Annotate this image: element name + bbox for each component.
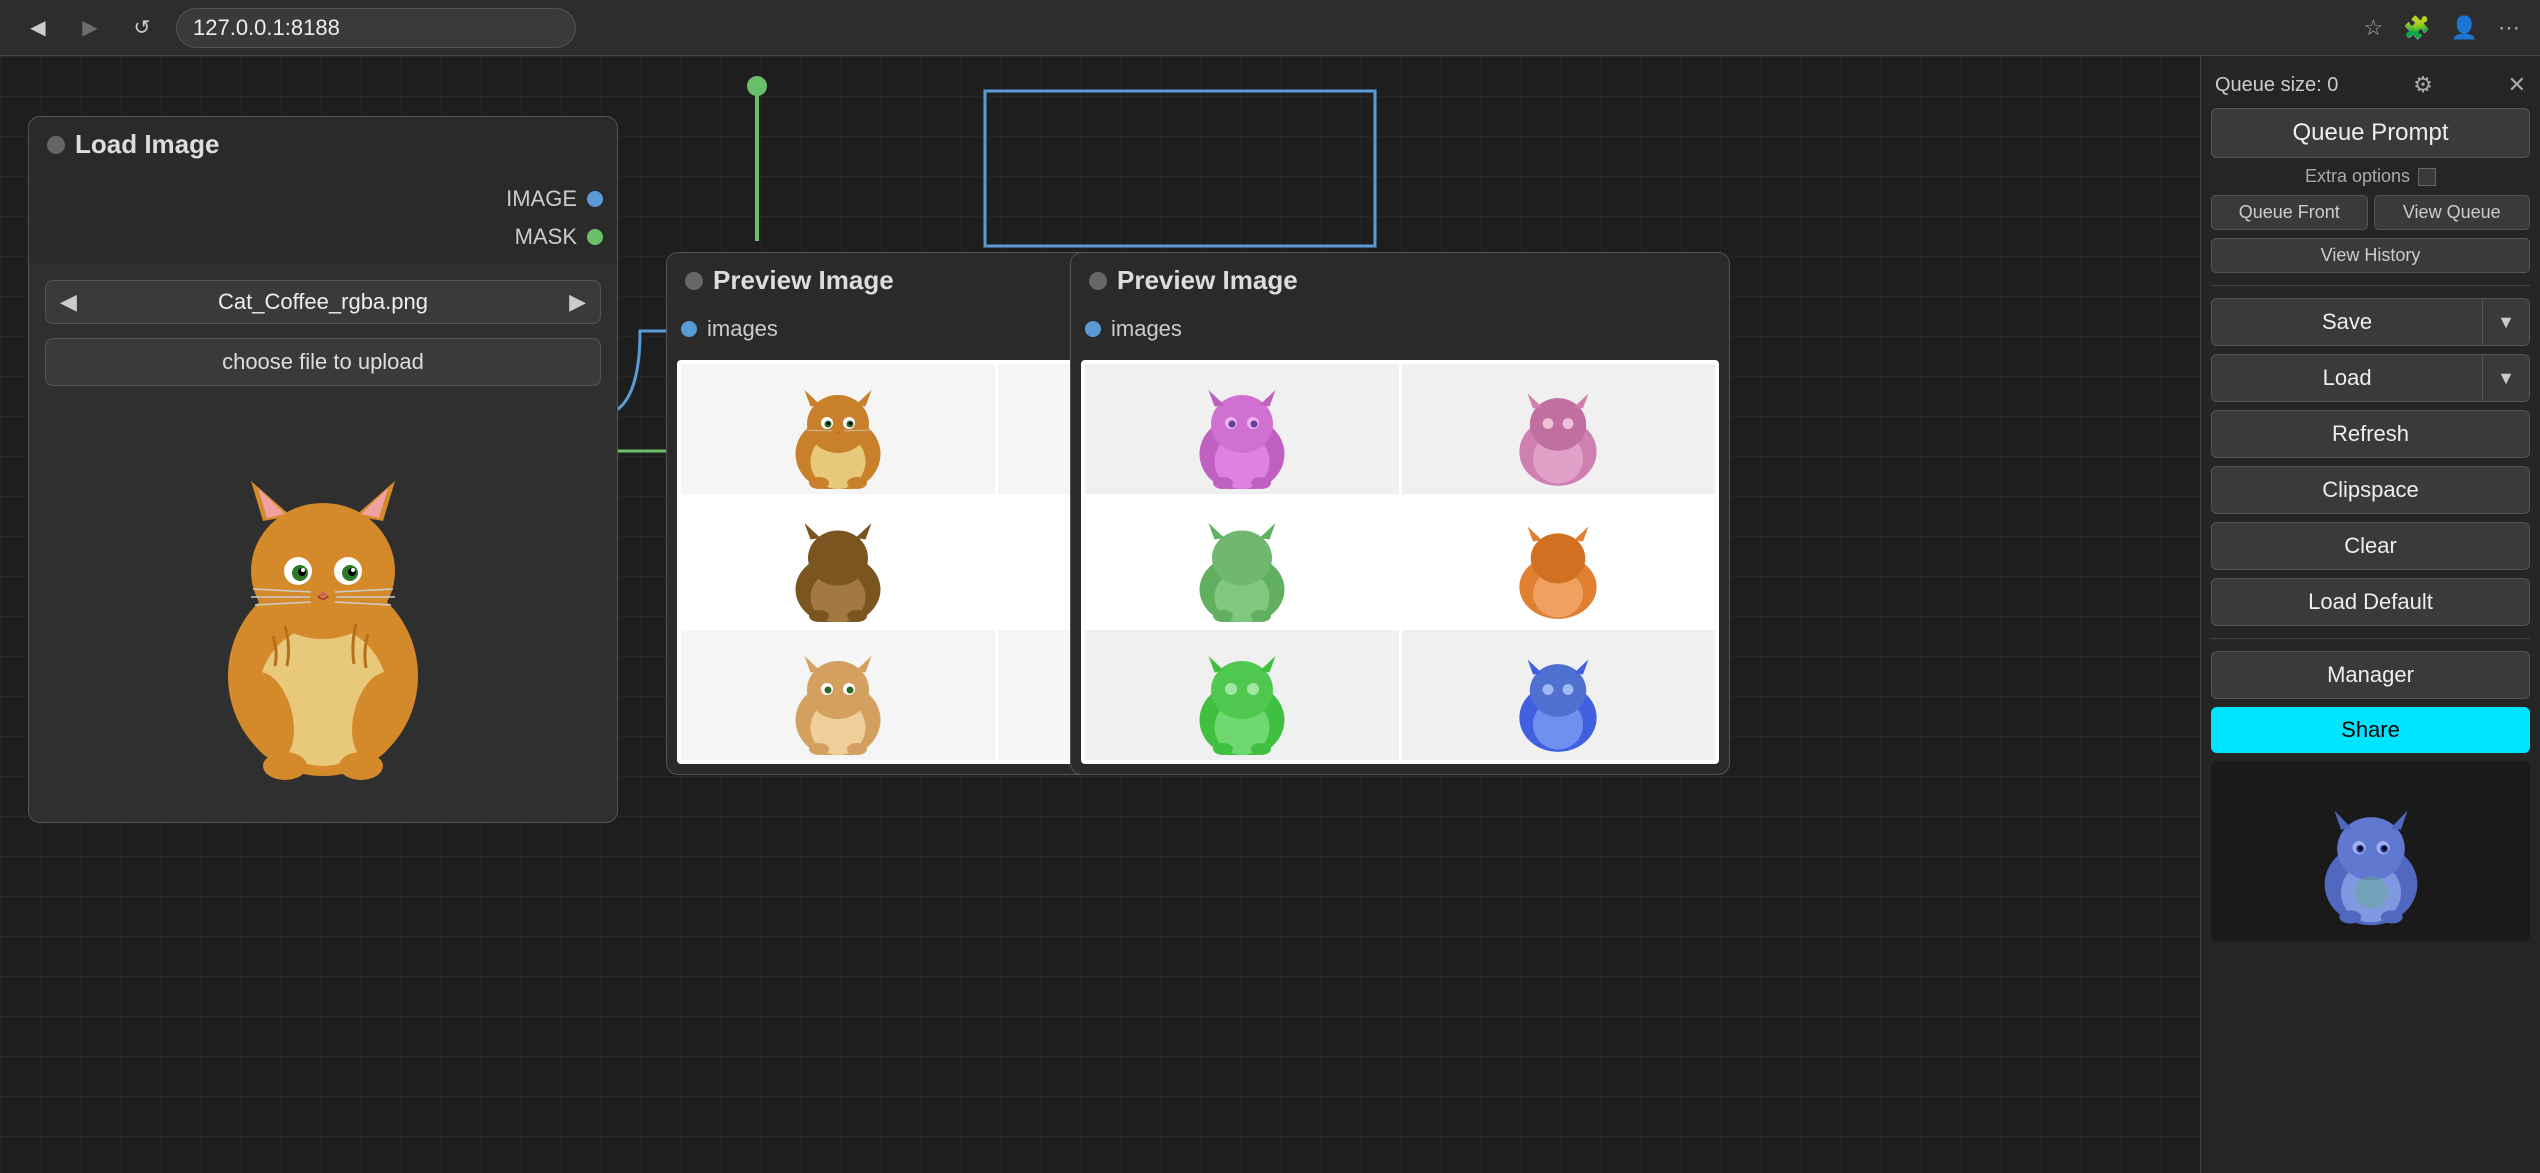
settings-icon-button[interactable]: ⚙	[2413, 72, 2433, 98]
browser-chrome: ◀ ▶ ↺ 127.0.0.1:8188 ☆ 🧩 👤 ⋯	[0, 0, 2540, 56]
view-queue-button[interactable]: View Queue	[2374, 195, 2531, 230]
mask-port-label: MASK	[515, 224, 577, 250]
load-dropdown-arrow[interactable]: ▼	[2482, 355, 2529, 401]
profile-icon[interactable]: 👤	[2451, 15, 2478, 41]
extra-options-checkbox[interactable]	[2418, 168, 2436, 186]
image-port-row: IMAGE	[29, 180, 617, 218]
image-port-label: IMAGE	[506, 186, 577, 212]
queue-prompt-button[interactable]: Queue Prompt	[2211, 108, 2530, 158]
preview2-cell-5	[1085, 630, 1399, 760]
preview2-cell-4	[1402, 497, 1716, 627]
preview1-port-dot[interactable]	[681, 321, 697, 337]
load-image-title: Load Image	[75, 129, 219, 160]
cat-image	[213, 406, 433, 786]
preview1-collapse-dot[interactable]	[685, 272, 703, 290]
file-selector: ◀ Cat_Coffee_rgba.png ▶	[45, 280, 601, 324]
nm-cat-4	[1508, 502, 1608, 622]
preview1-cell-1	[681, 364, 995, 494]
save-button[interactable]: Save	[2212, 299, 2482, 345]
nm-cat-2	[1508, 369, 1608, 489]
close-icon-button[interactable]: ✕	[2508, 72, 2526, 98]
share-button[interactable]: Share	[2211, 707, 2530, 753]
forward-button[interactable]: ▶	[72, 10, 108, 46]
divider-2	[2211, 638, 2530, 639]
canvas-area: Load Image IMAGE MASK ◀ Cat_Coffee_rgba.…	[0, 56, 2200, 1173]
reload-button[interactable]: ↺	[124, 10, 160, 46]
file-name-display: Cat_Coffee_rgba.png	[87, 289, 559, 315]
load-image-body: ◀ Cat_Coffee_rgba.png ▶ choose file to u…	[29, 264, 617, 822]
manager-button[interactable]: Manager	[2211, 651, 2530, 699]
queue-buttons-row: Queue Front View Queue	[2211, 195, 2530, 230]
sidebar-cat-preview	[2211, 761, 2530, 941]
preview-node-2: Preview Image images	[1070, 252, 1730, 775]
nm-cat-1	[1187, 369, 1297, 489]
app-area: Load Image IMAGE MASK ◀ Cat_Coffee_rgba.…	[0, 56, 2540, 1173]
save-split-button: Save ▼	[2211, 298, 2530, 346]
mask-port-dot[interactable]	[587, 229, 603, 245]
extra-options-label: Extra options	[2305, 166, 2410, 187]
preview1-cat-5	[783, 635, 893, 755]
preview1-title: Preview Image	[713, 265, 894, 296]
view-history-button[interactable]: View History	[2211, 238, 2530, 273]
queue-size-label: Queue size: 0	[2215, 74, 2338, 97]
node-collapse-dot[interactable]	[47, 136, 65, 154]
ports-container: IMAGE MASK	[29, 172, 617, 264]
divider-1	[2211, 285, 2530, 286]
extra-options-row: Extra options	[2211, 166, 2530, 187]
menu-icon[interactable]: ⋯	[2498, 15, 2520, 41]
refresh-button[interactable]: Refresh	[2211, 410, 2530, 458]
preview2-cell-1	[1085, 364, 1399, 494]
nm-cat-6	[1508, 635, 1608, 755]
extension-icon[interactable]: 🧩	[2403, 15, 2430, 41]
load-image-header: Load Image	[29, 117, 617, 172]
nm-cat-5	[1187, 635, 1297, 755]
browser-icons: ☆ 🧩 👤 ⋯	[2363, 15, 2520, 41]
preview2-port-dot[interactable]	[1085, 321, 1101, 337]
image-port-dot[interactable]	[587, 191, 603, 207]
preview2-collapse-dot[interactable]	[1089, 272, 1107, 290]
sidebar: Queue size: 0 ⚙ ✕ Queue Prompt Extra opt…	[2200, 56, 2540, 1173]
prev-file-button[interactable]: ◀	[60, 289, 77, 315]
clear-button[interactable]: Clear	[2211, 522, 2530, 570]
nm-cat-3	[1187, 502, 1297, 622]
preview1-port-label: images	[707, 316, 778, 342]
preview2-cell-2	[1402, 364, 1716, 494]
queue-size-row: Queue size: 0 ⚙ ✕	[2211, 70, 2530, 100]
preview2-cell-6	[1402, 630, 1716, 760]
preview2-port-label: images	[1111, 316, 1182, 342]
preview2-image-grid	[1085, 364, 1715, 760]
bookmark-icon[interactable]: ☆	[2363, 15, 2383, 41]
load-image-node: Load Image IMAGE MASK ◀ Cat_Coffee_rgba.…	[28, 116, 618, 823]
load-default-button[interactable]: Load Default	[2211, 578, 2530, 626]
address-bar[interactable]: 127.0.0.1:8188	[176, 8, 576, 48]
next-file-button[interactable]: ▶	[569, 289, 586, 315]
load-button[interactable]: Load	[2212, 355, 2482, 401]
queue-front-button[interactable]: Queue Front	[2211, 195, 2368, 230]
preview1-cell-3	[681, 497, 995, 627]
clipspace-button[interactable]: Clipspace	[2211, 466, 2530, 514]
preview1-cell-5	[681, 630, 995, 760]
preview2-grid	[1081, 360, 1719, 764]
preview2-title: Preview Image	[1117, 265, 1298, 296]
preview1-cat-1	[783, 369, 893, 489]
sidebar-cat-svg	[2311, 769, 2431, 934]
mask-port-row: MASK	[29, 218, 617, 256]
preview2-cell-3	[1085, 497, 1399, 627]
load-split-button: Load ▼	[2211, 354, 2530, 402]
preview2-port-row: images	[1071, 308, 1729, 350]
preview1-cat-3	[783, 502, 893, 622]
cat-image-container	[45, 386, 601, 806]
preview2-header: Preview Image	[1071, 253, 1729, 308]
save-dropdown-arrow[interactable]: ▼	[2482, 299, 2529, 345]
back-button[interactable]: ◀	[20, 10, 56, 46]
upload-button[interactable]: choose file to upload	[45, 338, 601, 386]
